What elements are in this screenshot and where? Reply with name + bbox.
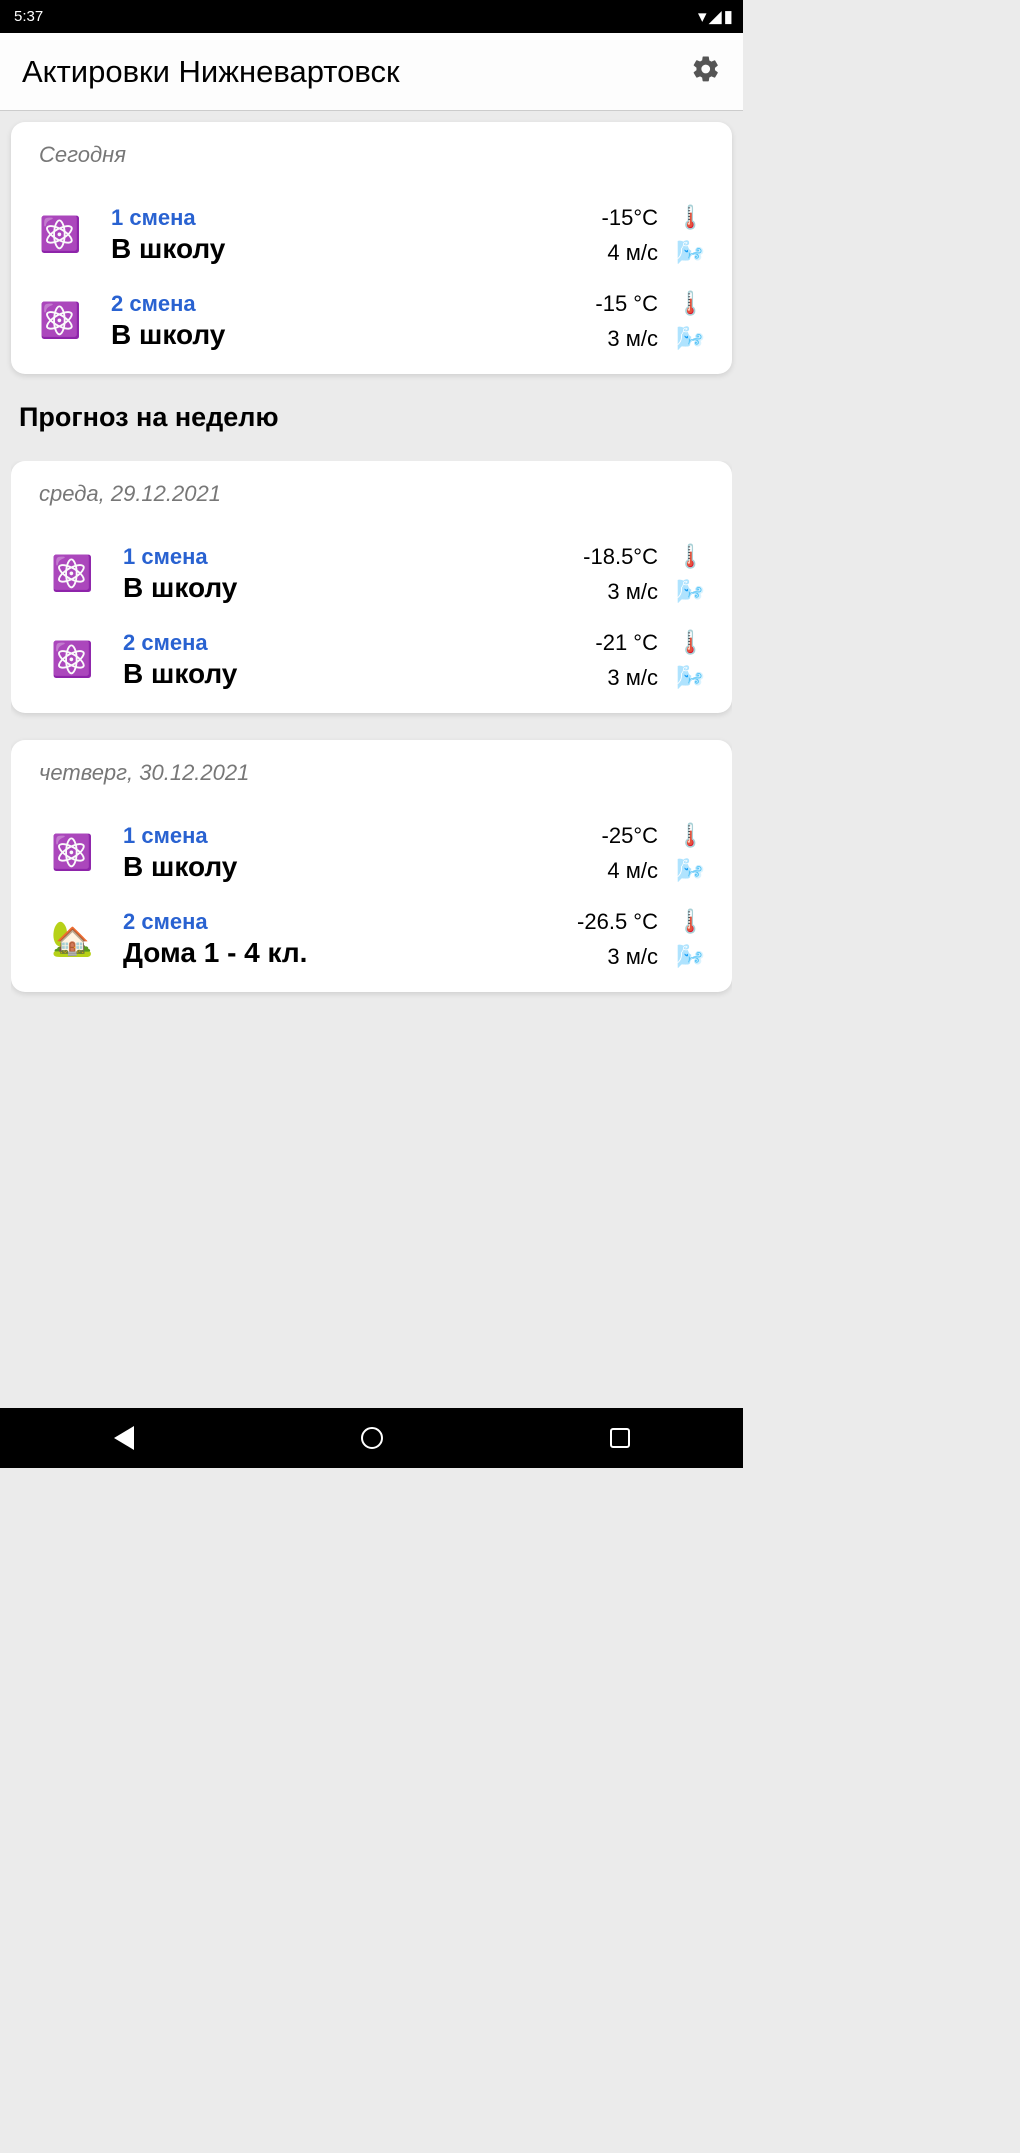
wind-icon: 🌬️	[676, 325, 704, 352]
shift-row: ⚛️ 2 смена В школу -15 °C 🌡️ 3 м/с 🌬️	[29, 290, 714, 352]
temp-value: -15°C	[602, 205, 658, 231]
forecast-card: среда, 29.12.2021 ⚛️ 1 смена В школу -18…	[11, 461, 732, 713]
temp-value: -15 °C	[595, 291, 658, 317]
shift-row: ⚛️ 2 смена В школу -21 °C 🌡️ 3 м/с 🌬️	[29, 629, 714, 691]
temp-value: -21 °C	[595, 630, 658, 656]
battery-icon: ▮	[724, 7, 733, 27]
today-card: Сегодня ⚛️ 1 смена В школу -15°C 🌡️ 4 м/…	[11, 122, 732, 374]
shift-label: 1 смена	[123, 823, 602, 849]
weather-block: -15°C 🌡️ 4 м/с 🌬️	[602, 204, 704, 266]
today-title: Сегодня	[39, 142, 714, 168]
forecast-heading: Прогноз на неделю	[19, 402, 732, 433]
weather-block: -26.5 °C 🌡️ 3 м/с 🌬️	[577, 908, 704, 970]
temp-value: -26.5 °C	[577, 909, 658, 935]
wind-icon: 🌬️	[676, 943, 704, 970]
thermometer-icon: 🌡️	[676, 629, 704, 656]
atom-icon: ⚛️	[51, 554, 91, 594]
wind-icon: 🌬️	[676, 239, 704, 266]
shift-status: В школу	[123, 658, 595, 690]
settings-button[interactable]	[691, 54, 721, 89]
wind-value: 3 м/с	[607, 326, 658, 352]
home-button[interactable]	[361, 1427, 383, 1449]
wind-value: 3 м/с	[607, 944, 658, 970]
forecast-date: четверг, 30.12.2021	[39, 760, 714, 786]
recent-button[interactable]	[610, 1428, 630, 1448]
shift-label: 2 смена	[123, 630, 595, 656]
status-time: 5:37	[14, 8, 43, 25]
weather-block: -15 °C 🌡️ 3 м/с 🌬️	[595, 290, 704, 352]
shift-row: ⚛️ 1 смена В школу -15°C 🌡️ 4 м/с 🌬️	[29, 204, 714, 266]
shift-status: В школу	[123, 572, 583, 604]
shift-label: 1 смена	[123, 544, 583, 570]
shift-row: ⚛️ 1 смена В школу -25°C 🌡️ 4 м/с 🌬️	[29, 822, 714, 884]
page-title: Актировки Нижневартовск	[22, 54, 400, 90]
shift-status: В школу	[111, 319, 595, 351]
weather-block: -25°C 🌡️ 4 м/с 🌬️	[602, 822, 704, 884]
gear-icon	[691, 54, 721, 84]
wind-value: 3 м/с	[607, 579, 658, 605]
thermometer-icon: 🌡️	[676, 543, 704, 570]
shift-status: В школу	[123, 851, 602, 883]
thermometer-icon: 🌡️	[676, 822, 704, 849]
atom-icon: ⚛️	[39, 215, 79, 255]
wind-value: 4 м/с	[607, 858, 658, 884]
shift-status: В школу	[111, 233, 602, 265]
temp-value: -25°C	[602, 823, 658, 849]
wind-value: 3 м/с	[607, 665, 658, 691]
thermometer-icon: 🌡️	[676, 908, 704, 935]
forecast-card: четверг, 30.12.2021 ⚛️ 1 смена В школу -…	[11, 740, 732, 992]
back-button[interactable]	[114, 1426, 134, 1450]
shift-label: 2 смена	[123, 909, 577, 935]
wifi-icon: ▾	[698, 7, 707, 27]
status-icons: ▾ ◢ ▮	[698, 7, 733, 27]
shift-status: Дома 1 - 4 кл.	[123, 937, 577, 969]
weather-block: -21 °C 🌡️ 3 м/с 🌬️	[595, 629, 704, 691]
wind-icon: 🌬️	[676, 578, 704, 605]
nav-bar	[0, 1408, 743, 1468]
signal-icon: ◢	[709, 7, 722, 27]
thermometer-icon: 🌡️	[676, 204, 704, 231]
atom-icon: ⚛️	[51, 640, 91, 680]
temp-value: -18.5°C	[583, 544, 658, 570]
thermometer-icon: 🌡️	[676, 290, 704, 317]
status-bar: 5:37 ▾ ◢ ▮	[0, 0, 743, 33]
wind-icon: 🌬️	[676, 857, 704, 884]
shift-label: 2 смена	[111, 291, 595, 317]
wind-icon: 🌬️	[676, 664, 704, 691]
weather-block: -18.5°C 🌡️ 3 м/с 🌬️	[583, 543, 704, 605]
wind-value: 4 м/с	[607, 240, 658, 266]
app-header: Актировки Нижневартовск	[0, 33, 743, 111]
atom-icon: ⚛️	[51, 833, 91, 873]
shift-label: 1 смена	[111, 205, 602, 231]
forecast-date: среда, 29.12.2021	[39, 481, 714, 507]
atom-icon: ⚛️	[39, 301, 79, 341]
shift-row: ⚛️ 1 смена В школу -18.5°C 🌡️ 3 м/с 🌬️	[29, 543, 714, 605]
shift-row: 🏡 2 смена Дома 1 - 4 кл. -26.5 °C 🌡️ 3 м…	[29, 908, 714, 970]
home-icon: 🏡	[51, 919, 91, 959]
content-scroll[interactable]: Сегодня ⚛️ 1 смена В школу -15°C 🌡️ 4 м/…	[0, 111, 743, 1408]
